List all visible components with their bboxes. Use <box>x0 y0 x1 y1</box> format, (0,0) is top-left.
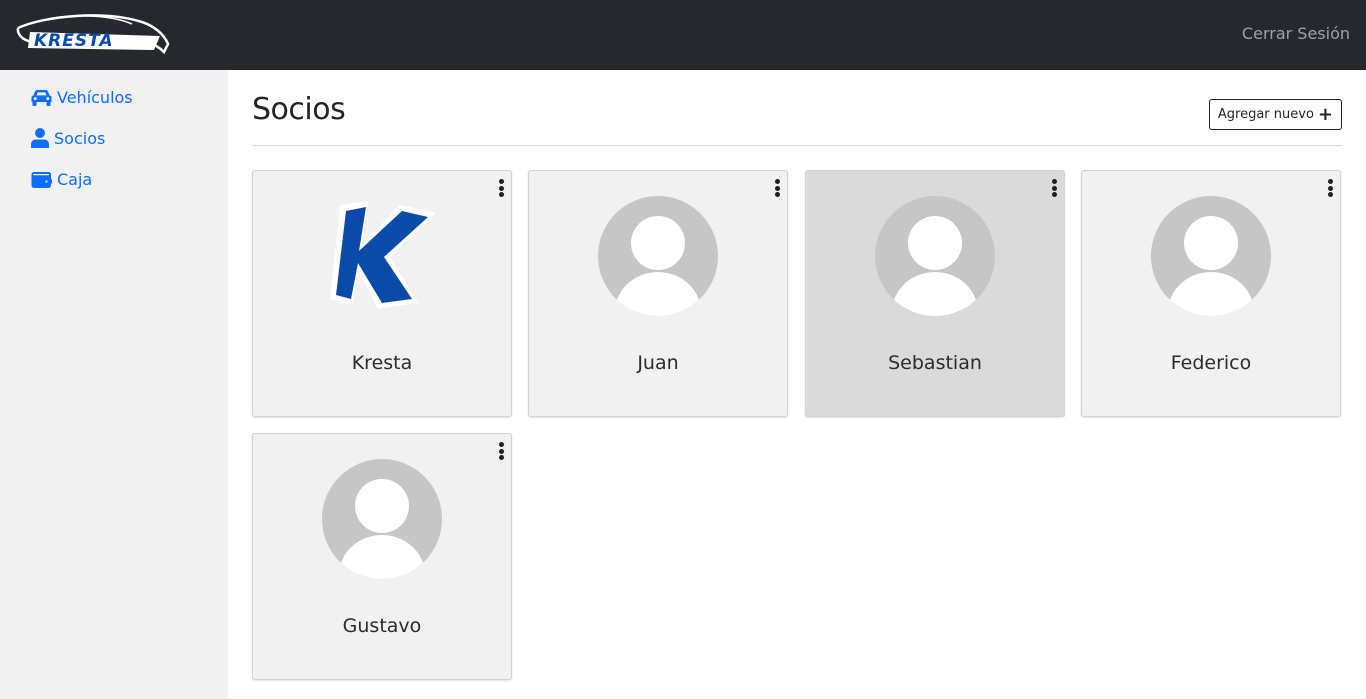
add-button-label: Agregar nuevo <box>1217 107 1314 122</box>
kebab-menu-icon[interactable] <box>1050 177 1058 199</box>
partner-name: Sebastian <box>888 352 982 374</box>
partner-name: Federico <box>1170 352 1252 374</box>
sidebar-item-label: Socios <box>54 128 106 148</box>
sidebar-item-socios[interactable]: Socios <box>31 128 105 148</box>
partner-card[interactable]: Gustavo <box>252 433 512 680</box>
page-title: Socios <box>252 92 346 127</box>
partner-card[interactable]: Federico <box>1081 170 1341 417</box>
main-content: Socios Agregar nuevo + Kresta Juan Sebas… <box>252 70 1342 699</box>
default-avatar-icon <box>322 459 442 579</box>
sidebar-item-label: Caja <box>57 170 93 189</box>
partner-card[interactable]: Kresta <box>252 170 512 417</box>
car-icon <box>31 89 52 107</box>
divider <box>252 145 1342 146</box>
wallet-icon <box>31 171 52 189</box>
kebab-menu-icon[interactable] <box>773 177 781 199</box>
sidebar-item-vehiculos[interactable]: Vehículos <box>31 88 133 107</box>
plus-icon: + <box>1317 103 1333 125</box>
sidebar-item-label: Vehículos <box>57 88 133 107</box>
sidebar: Vehículos Socios Caja <box>0 70 228 699</box>
logout-link[interactable]: Cerrar Sesión <box>1242 24 1350 43</box>
partner-card[interactable]: Sebastian <box>805 170 1065 417</box>
default-avatar-icon <box>875 196 995 316</box>
partner-name: Juan <box>637 352 679 374</box>
default-avatar-icon <box>598 196 718 316</box>
kresta-k-logo <box>328 199 438 311</box>
user-icon <box>31 128 49 148</box>
partner-name: Gustavo <box>342 615 422 637</box>
default-avatar-icon <box>1151 196 1271 316</box>
partner-card[interactable]: Juan <box>528 170 788 417</box>
svg-text:KRESTA: KRESTA <box>34 31 114 51</box>
partner-name: Kresta <box>351 352 413 374</box>
kebab-menu-icon[interactable] <box>1326 177 1334 199</box>
kebab-menu-icon[interactable] <box>497 177 505 199</box>
add-new-button[interactable]: Agregar nuevo + <box>1208 99 1342 130</box>
kebab-menu-icon[interactable] <box>497 440 505 462</box>
top-navbar: KRESTA Cerrar Sesión <box>0 0 1366 70</box>
kresta-logo[interactable]: KRESTA <box>14 12 170 58</box>
sidebar-item-caja[interactable]: Caja <box>31 170 92 189</box>
